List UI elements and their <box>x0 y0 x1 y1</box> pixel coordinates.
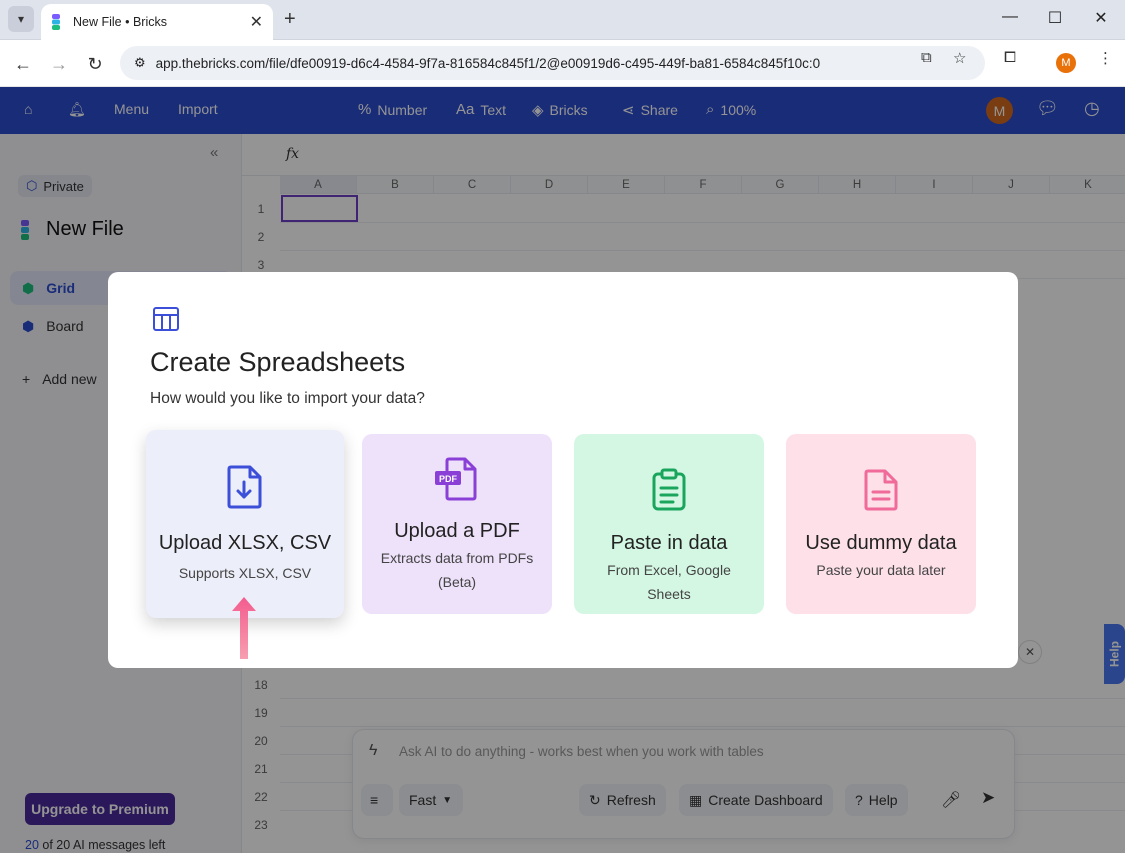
modal-subtitle: How would you like to import your data? <box>150 390 425 407</box>
extensions-icon[interactable]: ⧠ <box>1004 49 1016 66</box>
pointer-arrow-icon <box>232 597 256 659</box>
option-title: Paste in data <box>610 532 728 554</box>
table-icon <box>153 307 179 331</box>
upload-xlsx-csv-option[interactable]: Upload XLSX, CSV Supports XLSX, CSV <box>146 430 344 618</box>
option-subtitle: Paste your data later <box>816 562 946 578</box>
browser-tab[interactable]: New File • Bricks ✕ <box>41 4 273 40</box>
translate-icon[interactable]: ⧉ <box>921 49 932 66</box>
browser-tabstrip: ▾ New File • Bricks ✕ + — ☐ ✕ <box>0 0 1125 40</box>
maximize-icon[interactable]: ☐ <box>1040 8 1070 28</box>
bricks-logo-icon <box>52 14 60 30</box>
upload-pdf-option[interactable]: PDF Upload a PDF Extracts data from PDFs… <box>362 434 552 614</box>
window-close-icon[interactable]: ✕ <box>1086 8 1116 28</box>
minimize-icon[interactable]: — <box>995 8 1025 26</box>
site-settings-icon[interactable]: ⚙ <box>134 55 146 71</box>
chevron-down-icon: ▾ <box>17 12 25 26</box>
document-icon <box>864 469 898 511</box>
reload-icon[interactable]: ↻ <box>82 51 108 77</box>
tab-search-button[interactable]: ▾ <box>8 6 34 32</box>
modal-title: Create Spreadsheets <box>150 347 406 377</box>
option-title: Use dummy data <box>805 532 957 554</box>
forward-icon[interactable]: → <box>46 51 72 77</box>
close-icon[interactable]: ✕ <box>250 12 263 32</box>
url-text: app.thebricks.com/file/dfe00919-d6c4-458… <box>155 55 821 71</box>
pdf-file-icon: PDF <box>435 457 477 501</box>
file-download-icon <box>227 465 262 509</box>
back-icon[interactable]: ← <box>10 51 36 77</box>
more-icon[interactable]: ⋮ <box>1098 49 1113 67</box>
option-subtitle: From Excel, Google Sheets <box>607 562 731 602</box>
tab-title: New File • Bricks <box>73 15 167 29</box>
browser-toolbar: ← → ↻ ⚙ app.thebricks.com/file/dfe00919-… <box>0 41 1125 87</box>
option-title: Upload XLSX, CSV <box>158 532 332 554</box>
option-subtitle: Supports XLSX, CSV <box>178 565 312 581</box>
paste-data-option[interactable]: Paste in data From Excel, Google Sheets <box>574 434 764 614</box>
create-spreadsheet-modal: Create Spreadsheets How would you like t… <box>108 272 1018 668</box>
option-title: Upload a PDF <box>394 520 520 542</box>
clipboard-icon <box>652 468 686 511</box>
dummy-data-option[interactable]: Use dummy data Paste your data later <box>786 434 976 614</box>
svg-text:PDF: PDF <box>439 474 458 484</box>
star-icon[interactable]: ☆ <box>953 49 966 67</box>
address-bar[interactable]: ⚙ app.thebricks.com/file/dfe00919-d6c4-4… <box>120 46 985 80</box>
option-subtitle: Extracts data from PDFs (Beta) <box>380 550 534 590</box>
new-tab-icon[interactable]: + <box>284 8 296 31</box>
profile-avatar[interactable]: M <box>1056 53 1076 73</box>
